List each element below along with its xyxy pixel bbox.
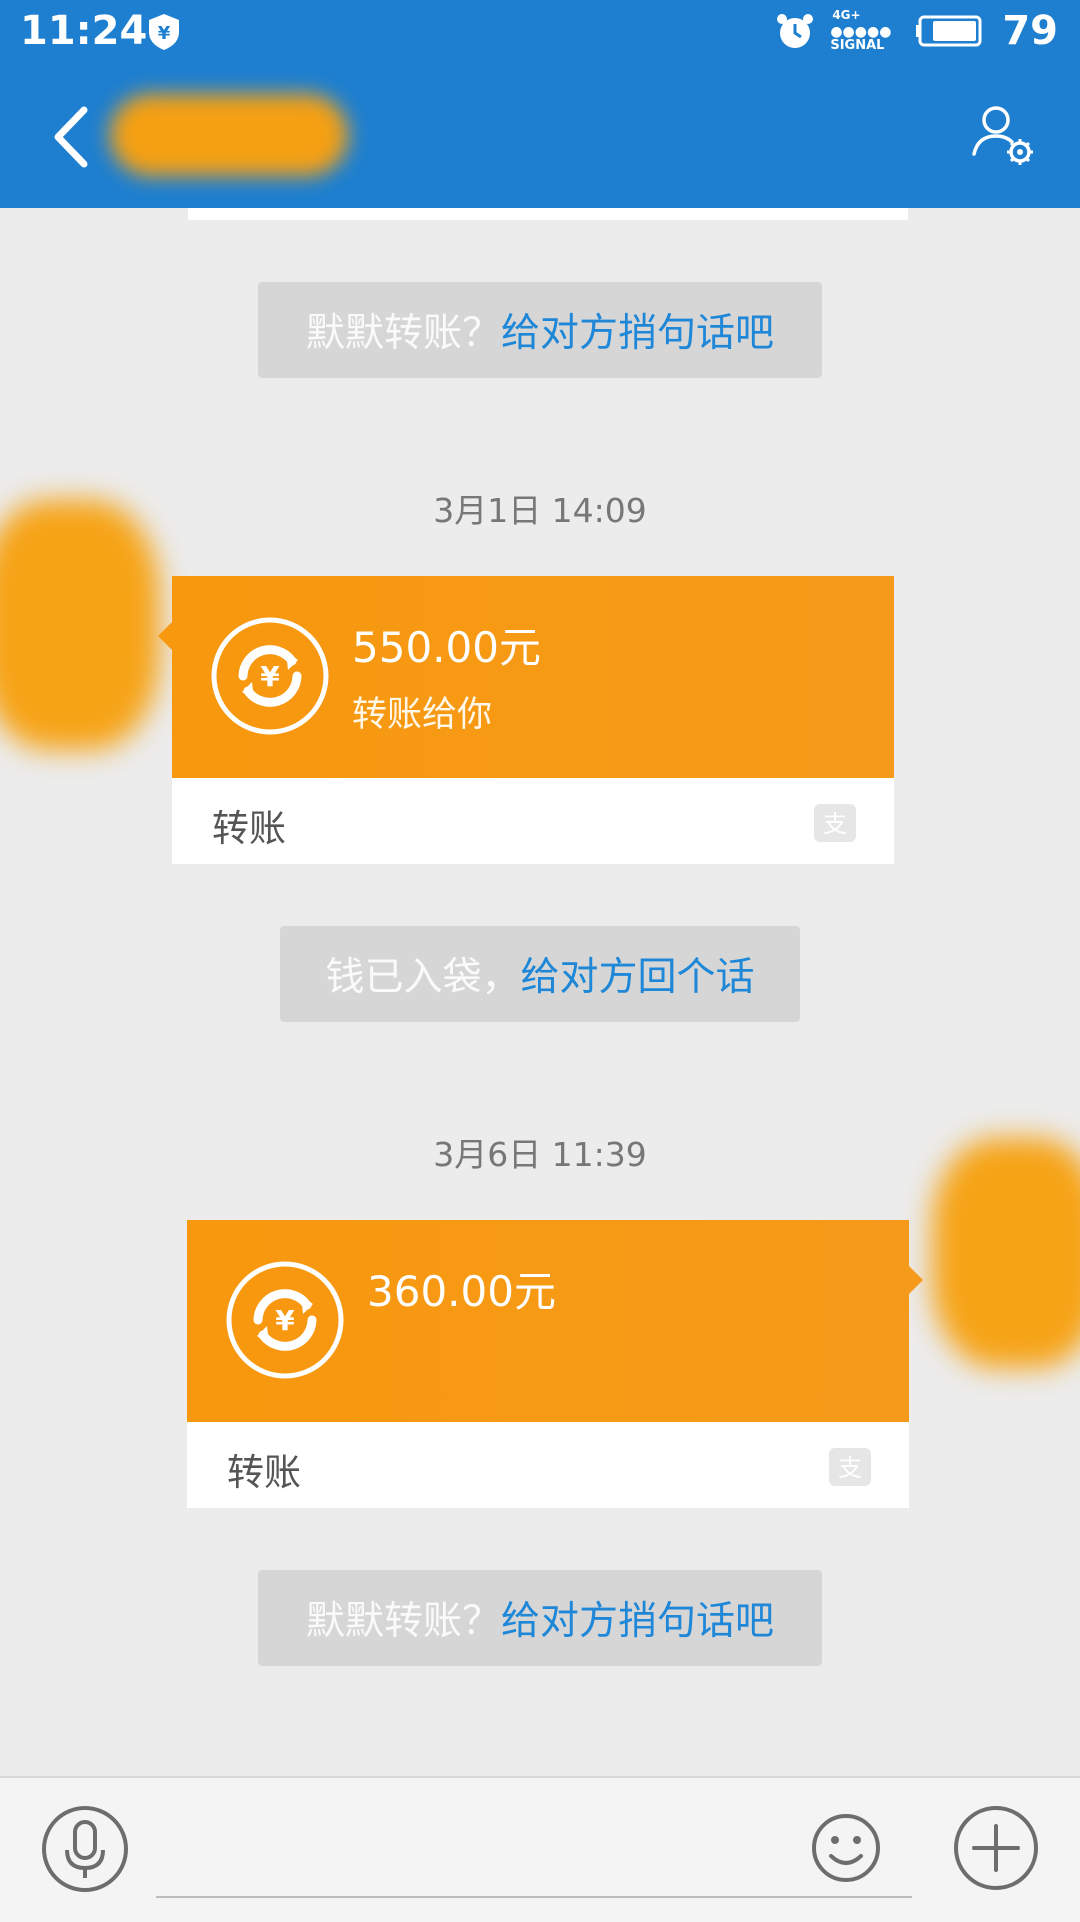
reply-link[interactable]: 给对方捎句话吧 <box>501 302 774 358</box>
transfer-amount: 360.00元 <box>367 1267 556 1316</box>
yen-shield-icon: ¥ <box>149 14 179 50</box>
svg-text:支: 支 <box>838 1454 862 1482</box>
alipay-icon: 支 <box>814 804 856 842</box>
status-icons: 4G+ ●●●●● SIGNAL 79 <box>774 8 1058 54</box>
voice-input-button[interactable] <box>40 1804 130 1894</box>
system-note-text: 钱已入袋， <box>325 955 521 1000</box>
chat-area[interactable]: 默默转账？ 给对方捎句话吧 3月1日 14:09 ¥ 550.00元 转账给你 … <box>0 208 1080 1776</box>
battery-icon <box>916 15 982 47</box>
contact-settings-icon[interactable] <box>966 102 1038 174</box>
transfer-yen-icon: ¥ <box>226 1261 344 1379</box>
system-note: 默默转账？ 给对方捎句话吧 <box>258 1570 822 1666</box>
timestamp: 3月6日 11:39 <box>433 1135 647 1174</box>
status-bar: 11:24 ¥ 4G+ ●●●●● SIGNAL 79 <box>0 0 1080 66</box>
system-note: 默默转账？ 给对方捎句话吧 <box>258 282 822 378</box>
header-bar <box>0 66 1080 208</box>
reply-link[interactable]: 给对方回个话 <box>521 946 755 1002</box>
my-avatar-redacted[interactable] <box>932 1138 1080 1368</box>
signal-indicator: 4G+ ●●●●● SIGNAL <box>830 8 902 54</box>
transfer-amount: 550.00元 <box>352 623 541 672</box>
svg-text:¥: ¥ <box>260 660 280 693</box>
transfer-yen-icon: ¥ <box>211 617 329 735</box>
network-type: 4G+ <box>832 8 861 22</box>
signal-label: SIGNAL <box>830 38 885 53</box>
message-input[interactable] <box>156 1818 780 1890</box>
svg-text:¥: ¥ <box>158 23 171 44</box>
transfer-card[interactable]: ¥ 550.00元 转账给你 转账 支 <box>158 576 894 864</box>
timestamp: 3月1日 14:09 <box>433 491 647 530</box>
transfer-label: 转账 <box>227 1451 301 1494</box>
emoji-button[interactable] <box>810 1812 882 1884</box>
battery-percent: 79 <box>1002 8 1058 54</box>
bubble-pointer <box>907 1264 923 1296</box>
transfer-card[interactable]: ¥ 360.00元 转账 支 <box>187 1220 923 1508</box>
input-underline <box>156 1896 912 1898</box>
svg-text:支: 支 <box>823 810 847 838</box>
contact-name-redacted <box>110 94 348 176</box>
alipay-icon: 支 <box>829 1448 871 1486</box>
back-arrow-icon[interactable] <box>48 104 94 170</box>
bubble-pointer <box>158 620 174 652</box>
sender-avatar-redacted[interactable] <box>0 500 160 750</box>
reply-link[interactable]: 给对方捎句话吧 <box>501 1590 774 1646</box>
input-bar <box>0 1776 1080 1922</box>
transfer-label: 转账 <box>212 807 286 850</box>
svg-text:¥: ¥ <box>275 1304 295 1337</box>
more-options-button[interactable] <box>952 1804 1040 1892</box>
system-note-text: 默默转账？ <box>305 311 501 356</box>
system-note: 钱已入袋， 给对方回个话 <box>280 926 800 1022</box>
transfer-description: 转账给你 <box>352 695 493 735</box>
system-note-text: 默默转账？ <box>305 1599 501 1644</box>
previous-message-card <box>188 208 908 220</box>
status-time: 11:24 <box>20 8 148 54</box>
alarm-clock-icon <box>777 14 814 48</box>
